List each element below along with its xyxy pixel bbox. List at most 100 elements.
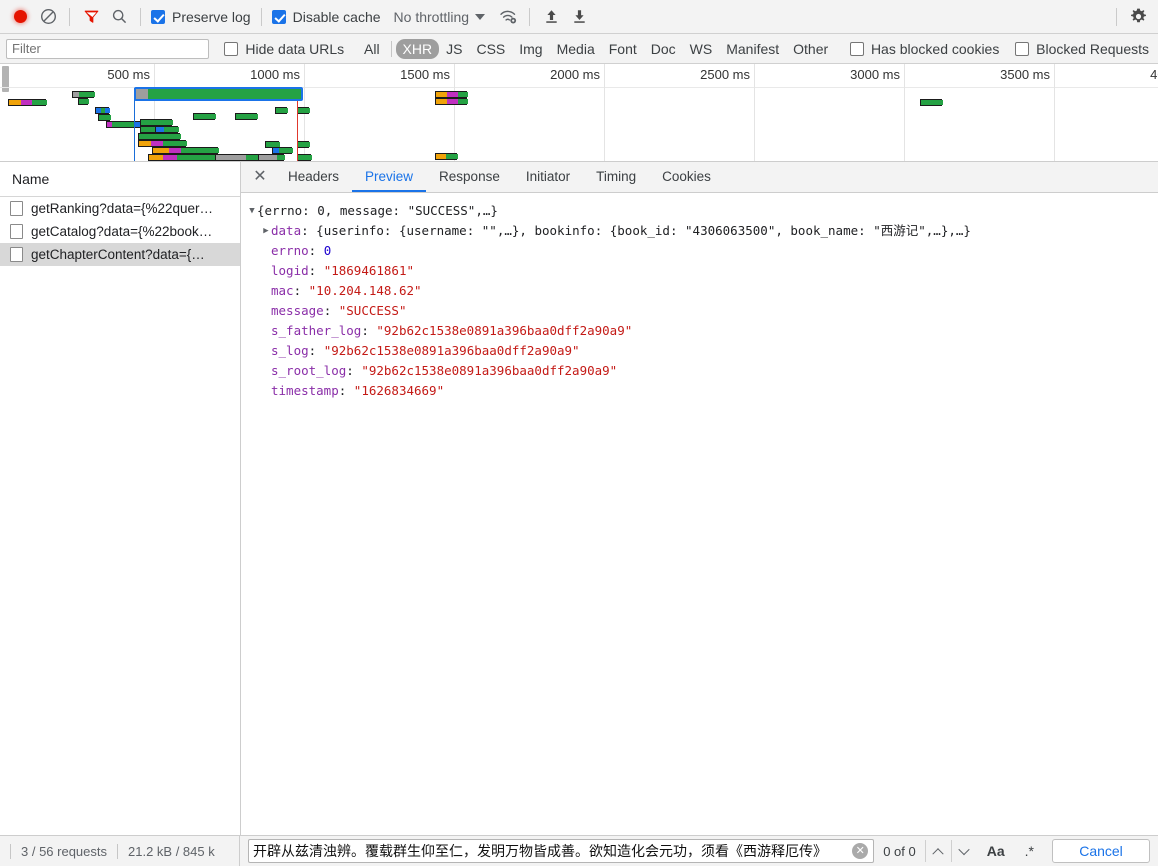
match-case-button[interactable]: Aa — [977, 843, 1015, 859]
overview-bar-segment — [259, 155, 277, 160]
json-token: : — [361, 323, 377, 338]
download-arrow-icon — [573, 10, 585, 23]
json-line: timestamp: "1626834669" — [247, 381, 1158, 401]
json-line-content: s_log: "92b62c1538e0891a396baa0dff2a90a9… — [271, 341, 580, 361]
overview-bar-segment — [21, 100, 32, 105]
json-token: message — [339, 203, 393, 218]
overview-bar-segment — [447, 92, 458, 97]
filter-type-doc[interactable]: Doc — [644, 39, 683, 59]
cancel-button[interactable]: Cancel — [1052, 839, 1150, 863]
overview-bar-segment — [139, 134, 181, 139]
json-preview-tree[interactable]: ▼ {errno: 0, message: "SUCCESS",…} ▶ data: … — [241, 193, 1158, 835]
overview-bar-segment — [181, 148, 219, 153]
request-row[interactable]: getRanking?data={%22quer… — [0, 197, 240, 220]
overview-bar-segment — [298, 155, 312, 160]
settings-button[interactable] — [1125, 4, 1151, 30]
json-token: : — [669, 223, 686, 238]
detail-tab-bar: ✕ Headers Preview Response Initiator Tim… — [241, 162, 1158, 193]
record-icon — [13, 10, 27, 23]
filter-type-manifest[interactable]: Manifest — [719, 39, 786, 59]
status-bar: 3 / 56 requests 21.2 kB / 845 k 开辟从兹清浊辨。… — [0, 835, 1158, 866]
tab-timing[interactable]: Timing — [583, 162, 649, 192]
request-list-pane: Name getRanking?data={%22quer… getCatalog… — [0, 162, 241, 835]
hide-data-urls-label: Hide data URLs — [245, 40, 345, 57]
close-detail-button[interactable]: ✕ — [245, 162, 275, 192]
export-har-button[interactable] — [566, 4, 592, 30]
search-input[interactable]: 开辟从兹清浊辨。覆载群生仰至仁，发明万物皆成善。欲知造化会元功，须看《西游释厄传… — [249, 841, 852, 861]
ruler-tick-label: 500 ms — [107, 67, 150, 82]
filter-type-other[interactable]: Other — [786, 39, 835, 59]
search-input-wrapper[interactable]: 开辟从兹清浊辨。覆载群生仰至仁，发明万物皆成善。欲知造化会元功，须看《西游释厄传… — [248, 839, 875, 863]
overview-bar-segment — [99, 115, 111, 120]
overview-request-bar — [8, 99, 47, 106]
column-header-name: Name — [12, 171, 50, 187]
filter-type-media[interactable]: Media — [550, 39, 602, 59]
network-conditions-button[interactable] — [495, 4, 521, 30]
overview-request-bar — [435, 91, 468, 98]
filter-type-css[interactable]: CSS — [469, 39, 512, 59]
chevron-up-icon — [932, 848, 944, 860]
selected-bar-wait-segment — [136, 89, 148, 99]
overview-scroll-grip[interactable] — [2, 66, 9, 92]
json-line-content: logid: "1869461861" — [271, 261, 414, 281]
overview-bar-segment — [236, 114, 258, 119]
request-list[interactable]: getRanking?data={%22quer… getCatalog?data… — [0, 197, 240, 835]
filter-type-divider — [390, 40, 392, 57]
json-token: data — [271, 223, 302, 238]
filter-toggle-button[interactable] — [78, 4, 104, 30]
regex-button[interactable]: .* — [1015, 843, 1044, 859]
filter-type-font[interactable]: Font — [602, 39, 644, 59]
request-row[interactable]: getChapterContent?data={… — [0, 243, 240, 266]
filter-type-all[interactable]: All — [357, 39, 387, 59]
overview-bar-segment — [447, 99, 458, 104]
filter-type-ws[interactable]: WS — [683, 39, 720, 59]
network-overview-timeline[interactable]: 500 ms 1000 ms 1500 ms 2000 ms 2500 ms 3000 m… — [0, 64, 1158, 162]
record-button[interactable] — [7, 4, 33, 30]
blocked-requests-checkbox[interactable]: Blocked Requests — [1015, 41, 1149, 56]
filter-type-img[interactable]: Img — [512, 39, 549, 59]
clear-button[interactable] — [35, 4, 61, 30]
tab-headers[interactable]: Headers — [275, 162, 352, 192]
json-token: message — [271, 303, 324, 318]
tab-response[interactable]: Response — [426, 162, 513, 192]
hide-data-urls-checkbox[interactable]: Hide data URLs — [224, 40, 345, 57]
overview-request-bar — [95, 107, 110, 114]
triangle-collapsed-icon[interactable]: ▶ — [261, 221, 271, 241]
import-har-button[interactable] — [538, 4, 564, 30]
search-prev-button[interactable] — [924, 840, 951, 862]
request-list-header[interactable]: Name — [0, 162, 240, 197]
toolbar-divider-4 — [529, 7, 531, 26]
filter-input[interactable] — [6, 38, 210, 59]
preserve-log-checkbox[interactable]: Preserve log — [151, 8, 251, 25]
tab-initiator[interactable]: Initiator — [513, 162, 583, 192]
filter-type-js[interactable]: JS — [439, 39, 469, 59]
json-line: s_log: "92b62c1538e0891a396baa0dff2a90a9… — [247, 341, 1158, 361]
clear-search-icon[interactable]: ✕ — [852, 843, 869, 859]
search-toggle-button[interactable] — [106, 4, 132, 30]
wifi-gear-icon — [499, 10, 516, 24]
tab-cookies[interactable]: Cookies — [649, 162, 724, 192]
json-token: logid — [271, 263, 309, 278]
preserve-log-label: Preserve log — [172, 8, 251, 25]
has-blocked-cookies-checkbox[interactable]: Has blocked cookies — [849, 41, 999, 56]
throttling-dropdown[interactable]: No throttling — [394, 9, 486, 25]
triangle-expanded-icon[interactable]: ▼ — [247, 201, 257, 221]
filter-type-xhr[interactable]: XHR — [395, 38, 440, 59]
toolbar-divider-5 — [1116, 7, 1117, 26]
json-line: s_father_log: "92b62c1538e0891a396baa0df… — [247, 321, 1158, 341]
json-line-content: data: {userinfo: {username: "",…}, booki… — [271, 221, 971, 241]
selected-request-bar[interactable] — [134, 87, 303, 101]
search-bar: 开辟从兹清浊辨。覆载群生仰至仁，发明万物皆成善。欲知造化会元功，须看《西游释厄传… — [240, 836, 1158, 866]
ruler-tick — [754, 64, 755, 161]
tab-preview[interactable]: Preview — [352, 162, 427, 192]
overview-bar-segment — [105, 108, 110, 113]
json-line: ▶ data: {userinfo: {username: "",…}, book… — [247, 221, 1158, 241]
disable-cache-checkbox[interactable]: Disable cache — [271, 9, 381, 24]
toolbar-divider-3 — [260, 7, 262, 26]
json-token: "4306063500" — [685, 223, 776, 238]
request-row[interactable]: getCatalog?data={%22book… — [0, 220, 240, 243]
overview-request-bar — [193, 113, 216, 120]
json-token: "10.204.148.62" — [308, 283, 422, 298]
search-next-button[interactable] — [950, 840, 977, 862]
overview-request-bar — [106, 121, 135, 128]
